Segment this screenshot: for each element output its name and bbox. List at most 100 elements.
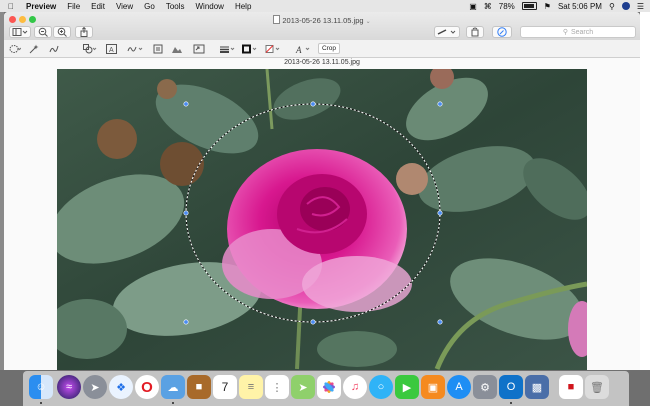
line-style-tool[interactable] [218, 43, 236, 55]
menu-view[interactable]: View [116, 2, 133, 11]
system-preferences-icon[interactable]: ⚙ [473, 375, 497, 399]
messages-icon[interactable]: ○ [369, 375, 393, 399]
finder-icon[interactable]: ☺ [29, 375, 53, 399]
menu-app-name[interactable]: Preview [26, 2, 56, 11]
launchpad-icon[interactable]: ➤ [83, 375, 107, 399]
menu-go[interactable]: Go [144, 2, 155, 11]
reminders-icon[interactable]: ⋮ [265, 375, 289, 399]
document-canvas: 2013-05-26 13.11.05.jpg [4, 58, 640, 370]
running-indicator [40, 402, 42, 404]
battery-icon[interactable] [521, 2, 537, 10]
dock: ☺ ≈ ➤ ❖ O ☁ ■ 7 ≡ ⋮ ➤ ♫ ○ ▶ ▣ A ⚙ O ▩ ■ … [23, 371, 629, 406]
trash-icon[interactable]: 🗑 [585, 375, 609, 399]
cast-icon[interactable]: ▣ [469, 2, 477, 11]
share-button[interactable] [75, 26, 93, 38]
user-avatar[interactable] [621, 2, 630, 10]
title-bar: 2013-05-26 13.11.05.jpg ⌄ ⚲ Search [4, 12, 640, 40]
fill-color-tool[interactable] [264, 43, 282, 55]
spotlight-icon[interactable]: ⚲ [609, 2, 615, 11]
wifi-icon[interactable]: ⌘ [484, 2, 492, 11]
adjust-color-icon [172, 47, 182, 53]
annotate-note-tool[interactable] [152, 43, 164, 55]
text-box-icon: A [105, 44, 117, 54]
text-tool[interactable]: A [105, 43, 117, 55]
notification-center-icon[interactable]: ☰ [637, 2, 644, 11]
photos-icon[interactable] [317, 375, 341, 399]
preview-window: 2013-05-26 13.11.05.jpg ⌄ ⚲ Search A A C… [4, 12, 640, 370]
opera-icon[interactable]: O [135, 375, 159, 399]
instant-alpha-tool[interactable] [28, 43, 40, 55]
crop-button[interactable]: Crop [318, 43, 340, 54]
adobe-icon[interactable]: ■ [559, 375, 583, 399]
text-style-tool[interactable]: A [294, 43, 312, 55]
menubar-clock[interactable]: Sat 5:06 PM [558, 2, 602, 11]
border-color-tool[interactable] [241, 43, 259, 55]
zoom-out-icon [38, 27, 48, 37]
signature-tool[interactable] [126, 43, 146, 55]
border-color-icon [242, 44, 257, 54]
text-style-icon: A [295, 45, 310, 54]
battery-percent[interactable]: 78% [499, 2, 515, 11]
status-area: ▣ ⌘ 78% ⚑ Sat 5:06 PM ⚲ ☰ [469, 2, 650, 11]
rotate-button[interactable] [466, 26, 484, 38]
note-icon [153, 44, 163, 54]
facetime-icon[interactable]: ▶ [395, 375, 419, 399]
menu-help[interactable]: Help [235, 2, 251, 11]
running-indicator [172, 402, 174, 404]
photos-library-icon[interactable]: ▩ [525, 375, 549, 399]
shapes-icon [83, 44, 97, 54]
search-icon: ⚲ [562, 29, 568, 36]
app-store-icon[interactable]: A [447, 375, 471, 399]
pen-icon [437, 29, 456, 35]
menu-window[interactable]: Window [196, 2, 224, 11]
rose-photo-illustration [57, 69, 587, 370]
zoom-in-icon [57, 27, 67, 37]
magic-wand-icon [29, 44, 39, 54]
photos-flower-icon [323, 381, 335, 393]
menu-edit[interactable]: Edit [91, 2, 105, 11]
sketch-tool[interactable] [48, 43, 60, 55]
desktop-edge-right [640, 12, 650, 370]
document-title[interactable]: 2013-05-26 13.11.05.jpg ⌄ [4, 15, 640, 25]
zoom-out-button[interactable] [34, 26, 52, 38]
fill-color-icon [265, 45, 280, 53]
chevron-down-icon: ⌄ [365, 19, 371, 25]
rose-photo[interactable] [57, 69, 587, 370]
flag-icon[interactable]: ⚑ [544, 2, 551, 11]
outlook-icon[interactable]: O [499, 375, 523, 399]
rotate-icon [471, 27, 479, 37]
sidebar-view-button[interactable] [9, 26, 31, 38]
image-label: 2013-05-26 13.11.05.jpg [284, 59, 360, 66]
menu-bar:  Preview File Edit View Go Tools Window… [0, 0, 650, 12]
menu-tools[interactable]: Tools [166, 2, 185, 11]
adjust-color-tool[interactable] [170, 43, 184, 55]
music-icon[interactable]: ♫ [343, 375, 367, 399]
preview-icon[interactable]: ☁ [161, 375, 185, 399]
search-placeholder: Search [570, 28, 594, 36]
sketch-icon [49, 45, 59, 53]
share-icon [80, 27, 88, 37]
books-icon[interactable]: ▣ [421, 375, 445, 399]
line-style-icon [220, 46, 235, 53]
running-indicator [510, 402, 512, 404]
maps-icon[interactable]: ➤ [291, 375, 315, 399]
markup-toolbar: A A Crop [4, 40, 640, 58]
markup-pen-button[interactable] [434, 26, 460, 38]
selection-tool[interactable] [8, 43, 22, 55]
elliptical-selection-icon [9, 45, 21, 53]
notes-icon[interactable]: ≡ [239, 375, 263, 399]
sidebar-icon [12, 28, 28, 36]
search-field[interactable]: ⚲ Search [520, 26, 636, 38]
siri-icon[interactable]: ≈ [57, 375, 81, 399]
apple-menu-icon[interactable]:  [6, 2, 16, 11]
svg-text:A: A [109, 47, 114, 54]
menu-file[interactable]: File [67, 2, 80, 11]
adjust-size-tool[interactable] [192, 43, 206, 55]
notefile-icon[interactable]: ■ [187, 375, 211, 399]
zoom-in-button[interactable] [53, 26, 71, 38]
markup-toolbar-toggle[interactable] [492, 26, 512, 38]
shapes-tool[interactable] [82, 43, 98, 55]
calendar-icon[interactable]: 7 [213, 375, 237, 399]
signature-icon [127, 46, 143, 52]
safari-icon[interactable]: ❖ [109, 375, 133, 399]
